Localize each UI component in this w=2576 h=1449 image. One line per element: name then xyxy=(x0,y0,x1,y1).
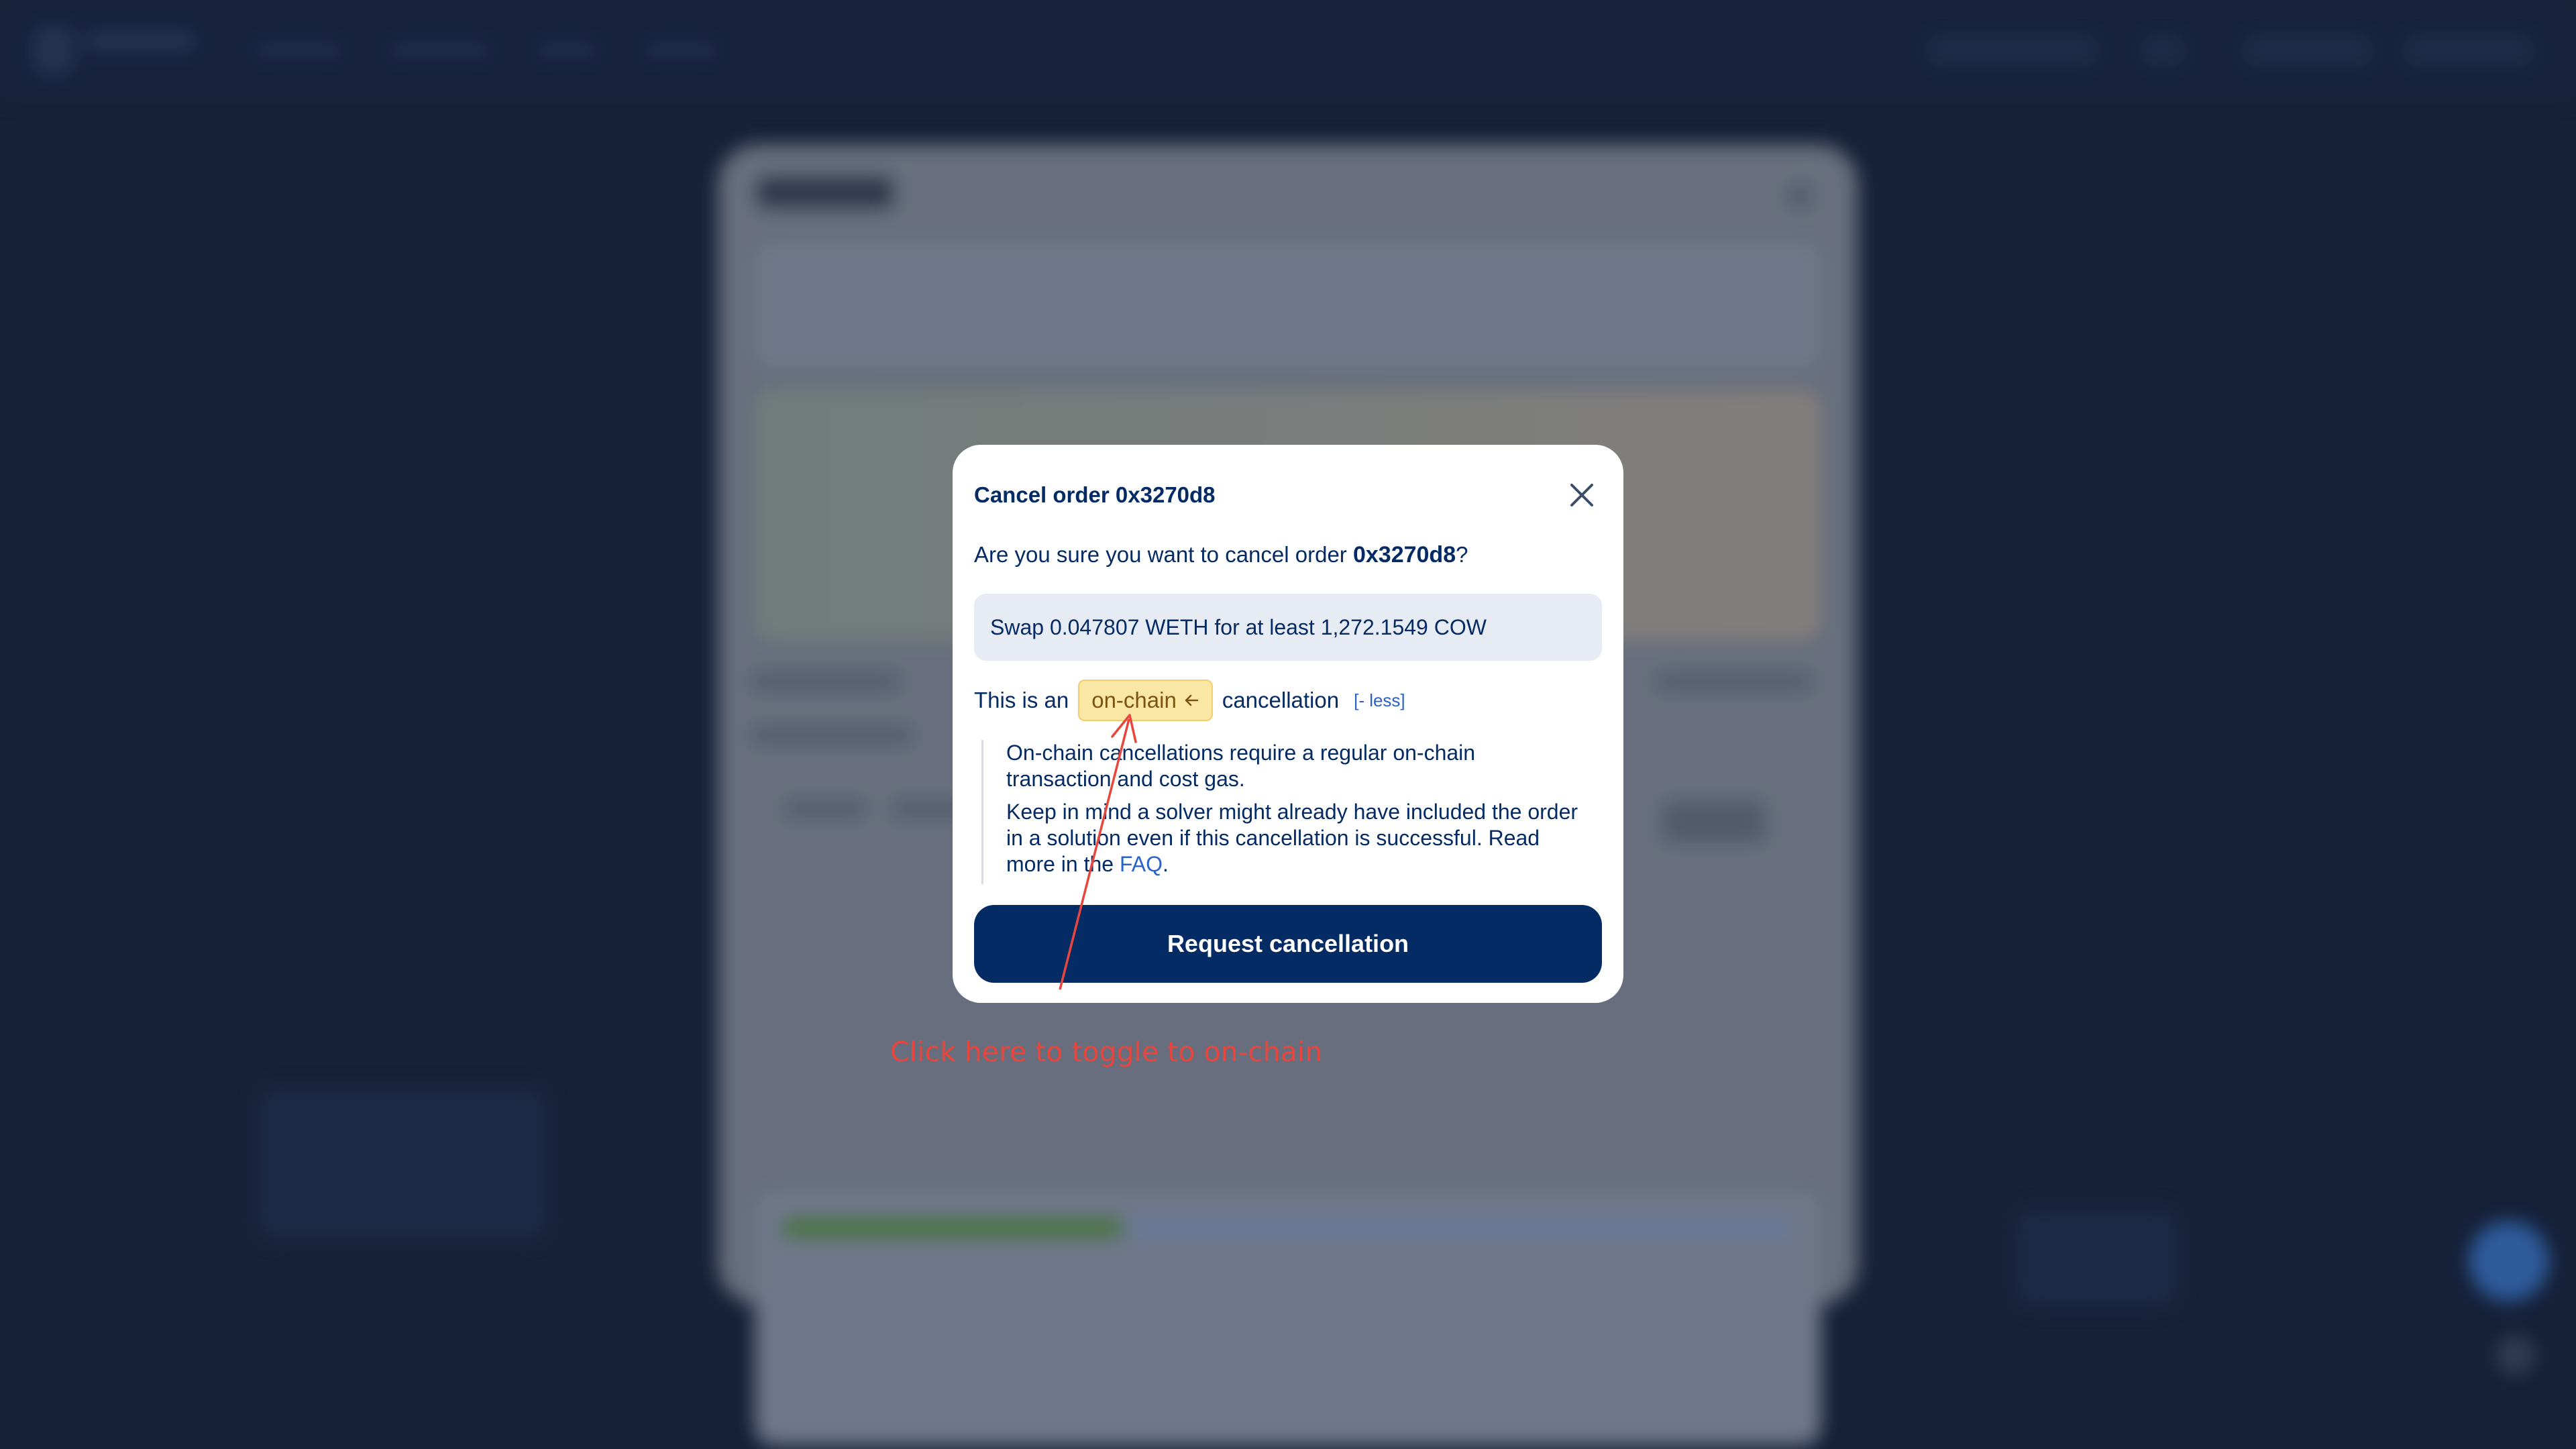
request-cancellation-button[interactable]: Request cancellation xyxy=(974,905,1602,983)
question-suffix: ? xyxy=(1456,542,1468,567)
cancellation-explanation: On-chain cancellations require a regular… xyxy=(981,740,1585,884)
annotation-label: Click here to toggle to on-chain xyxy=(890,1036,1323,1068)
order-summary: Swap 0.047807 WETH for at least 1,272.15… xyxy=(974,594,1602,661)
type-suffix: cancellation xyxy=(1222,688,1340,712)
explanation-end: . xyxy=(1162,852,1169,876)
confirm-question: Are you sure you want to cancel order 0x… xyxy=(974,542,1468,568)
show-less-link[interactable]: [- less] xyxy=(1354,690,1405,711)
explanation-paragraph: On-chain cancellations require a regular… xyxy=(1006,741,1476,791)
question-prefix: Are you sure you want to cancel order xyxy=(974,542,1353,567)
order-id: 0x3270d8 xyxy=(1352,542,1456,568)
explanation-paragraph: Keep in mind a solver might already have… xyxy=(1006,799,1585,877)
close-button[interactable] xyxy=(1562,475,1602,515)
cancellation-type-toggle[interactable]: on-chain xyxy=(1078,680,1213,721)
cancellation-type-row: This is an on-chain cancellation [- less… xyxy=(974,680,1602,721)
modal-title: Cancel order 0x3270d8 xyxy=(974,482,1216,507)
type-chip-label: on-chain xyxy=(1091,688,1177,712)
close-icon xyxy=(1570,484,1593,506)
faq-link[interactable]: FAQ xyxy=(1120,852,1163,876)
explanation-text: Keep in mind a solver might already have… xyxy=(1006,800,1578,876)
arrow-left-icon xyxy=(1185,694,1199,706)
cancel-order-modal: Cancel order 0x3270d8 Are you sure you w… xyxy=(953,445,1623,1003)
modal-header: Cancel order 0x3270d8 xyxy=(974,472,1602,519)
type-prefix: This is an xyxy=(974,688,1069,712)
